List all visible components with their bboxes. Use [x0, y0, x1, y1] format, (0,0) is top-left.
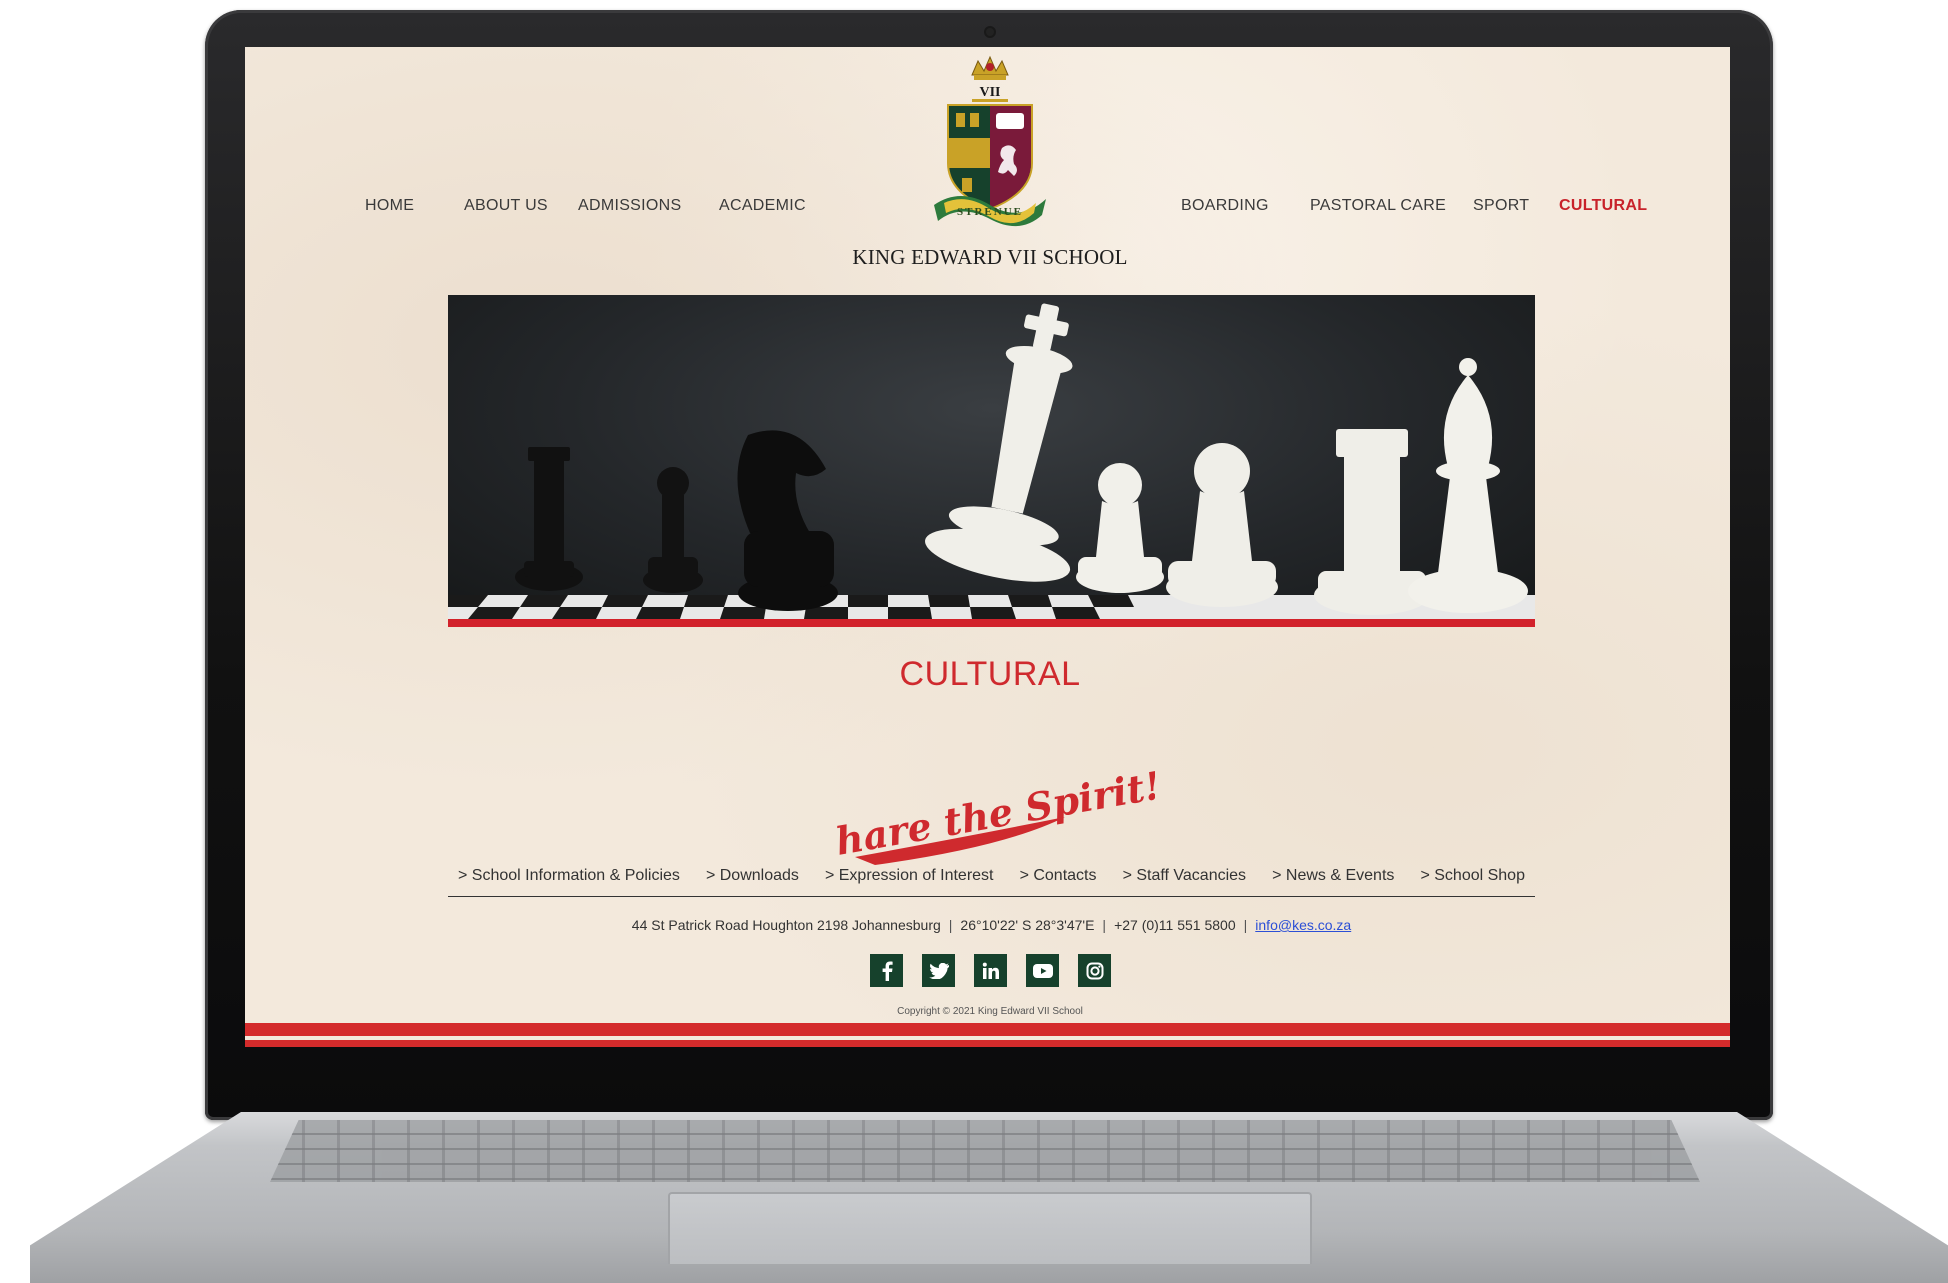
- nav-admissions[interactable]: ADMISSIONS: [578, 197, 681, 215]
- crest-motto: STRENUE: [957, 206, 1023, 218]
- slogan-text: Share the Spirit!: [835, 762, 1155, 868]
- bottom-red-stripe-thin: [245, 1040, 1730, 1047]
- footer-link-contacts[interactable]: > Contacts: [1020, 867, 1097, 885]
- phone-number: +27 (0)11 551 5800: [1114, 917, 1236, 933]
- share-the-spirit-logo: Share the Spirit!: [835, 762, 1155, 868]
- nav-sport[interactable]: SPORT: [1473, 197, 1529, 215]
- footer-link-news-events[interactable]: > News & Events: [1272, 867, 1394, 885]
- facebook-icon[interactable]: [870, 954, 903, 987]
- social-links: [870, 954, 1111, 987]
- school-name: KING EDWARD VII SCHOOL: [852, 245, 1128, 269]
- address: 44 St Patrick Road Houghton 2198 Johanne…: [631, 917, 941, 933]
- footer-link-staff-vacancies[interactable]: > Staff Vacancies: [1123, 867, 1246, 885]
- footer-links: > School Information & Policies > Downlo…: [448, 867, 1535, 897]
- footer-link-downloads[interactable]: > Downloads: [706, 867, 799, 885]
- chess-pieces-illustration: [448, 303, 1535, 619]
- crest-numeral: VII: [979, 85, 1000, 100]
- linkedin-icon[interactable]: [974, 954, 1007, 987]
- coordinates: 26°10'22' S 28°3'47'E: [960, 917, 1095, 933]
- page-title: CULTURAL: [899, 655, 1081, 693]
- keyboard-rows: [270, 1120, 1700, 1182]
- instagram-icon[interactable]: [1078, 954, 1111, 987]
- copyright: Copyright © 2021 King Edward VII School: [897, 1006, 1083, 1017]
- twitter-icon[interactable]: [922, 954, 955, 987]
- youtube-icon[interactable]: [1026, 954, 1059, 987]
- bottom-red-stripe: [245, 1023, 1730, 1040]
- footer-link-expression-of-interest[interactable]: > Expression of Interest: [825, 867, 994, 885]
- laptop-screen: HOME ABOUT US ADMISSIONS ACADEMIC BOARDI…: [245, 47, 1730, 1047]
- nav-cultural[interactable]: CULTURAL: [1559, 197, 1647, 215]
- nav-academic[interactable]: ACADEMIC: [719, 197, 806, 215]
- contact-line: 44 St Patrick Road Houghton 2198 Johanne…: [631, 917, 1352, 933]
- nav-pastoral-care[interactable]: PASTORAL CARE: [1310, 197, 1446, 215]
- hero-image: [448, 295, 1535, 627]
- nav-boarding[interactable]: BOARDING: [1181, 197, 1269, 215]
- email-link[interactable]: info@kes.co.za: [1255, 917, 1351, 933]
- nav-home[interactable]: HOME: [365, 197, 414, 215]
- webcam: [986, 28, 994, 36]
- footer-link-school-information[interactable]: > School Information & Policies: [458, 867, 680, 885]
- footer-link-school-shop[interactable]: > School Shop: [1420, 867, 1525, 885]
- nav-about-us[interactable]: ABOUT US: [464, 197, 548, 215]
- school-crest-logo[interactable]: VII STRENUE: [930, 53, 1050, 233]
- trackpad: [668, 1192, 1312, 1264]
